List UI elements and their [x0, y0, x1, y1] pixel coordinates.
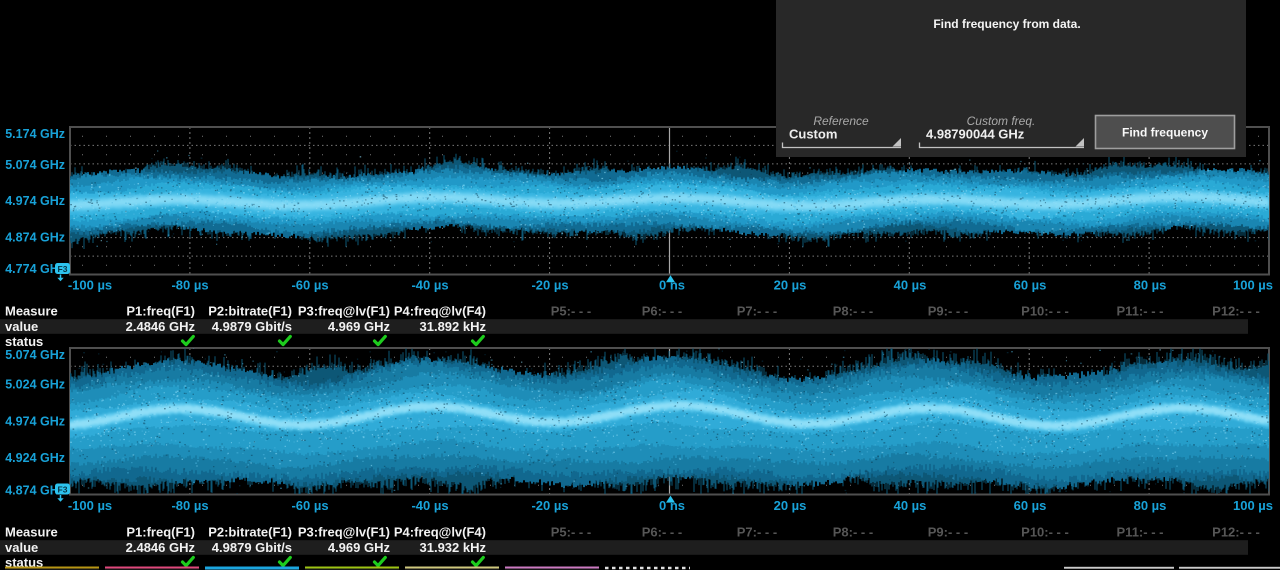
- svg-text:60 µs: 60 µs: [1014, 498, 1047, 513]
- svg-text:2.4846 GHz: 2.4846 GHz: [126, 319, 196, 334]
- svg-text:2.4846 GHz: 2.4846 GHz: [126, 540, 196, 555]
- svg-text:P8:- - -: P8:- - -: [833, 304, 873, 319]
- svg-text:P12:- - -: P12:- - -: [1212, 525, 1260, 540]
- svg-text:-60 µs: -60 µs: [291, 498, 328, 513]
- svg-text:-80 µs: -80 µs: [171, 278, 208, 293]
- svg-text:4.98790044 GHz: 4.98790044 GHz: [926, 127, 1025, 142]
- svg-text:P11:- - -: P11:- - -: [1117, 304, 1164, 319]
- svg-text:P6:- - -: P6:- - -: [642, 525, 682, 540]
- svg-text:P1:freq(F1): P1:freq(F1): [126, 525, 195, 540]
- svg-text:P2:bitrate(F1): P2:bitrate(F1): [208, 304, 292, 319]
- svg-text:4.974 GHz: 4.974 GHz: [5, 194, 65, 208]
- svg-text:4.969 GHz: 4.969 GHz: [328, 540, 391, 555]
- svg-text:P6:- - -: P6:- - -: [642, 304, 682, 319]
- svg-text:40 µs: 40 µs: [894, 498, 927, 513]
- svg-text:-80 µs: -80 µs: [171, 498, 208, 513]
- svg-text:80 µs: 80 µs: [1134, 278, 1167, 293]
- svg-text:-100 µs: -100 µs: [68, 498, 112, 513]
- svg-text:5.174 GHz: 5.174 GHz: [5, 127, 65, 141]
- svg-text:P3:freq@lv(F1): P3:freq@lv(F1): [298, 304, 390, 319]
- svg-text:20 µs: 20 µs: [774, 498, 807, 513]
- svg-text:60 µs: 60 µs: [1014, 278, 1047, 293]
- svg-text:Measure: Measure: [5, 304, 58, 319]
- svg-text:-40 µs: -40 µs: [411, 498, 448, 513]
- svg-text:40 µs: 40 µs: [894, 278, 927, 293]
- svg-text:P10:- - -: P10:- - -: [1021, 304, 1069, 319]
- svg-text:20 µs: 20 µs: [774, 278, 807, 293]
- svg-text:value: value: [5, 319, 38, 334]
- svg-text:31.892 kHz: 31.892 kHz: [420, 319, 487, 334]
- svg-text:5.074 GHz: 5.074 GHz: [5, 348, 65, 362]
- svg-text:-100 µs: -100 µs: [68, 278, 112, 293]
- svg-text:P2:bitrate(F1): P2:bitrate(F1): [208, 525, 292, 540]
- svg-text:P1:freq(F1): P1:freq(F1): [126, 304, 195, 319]
- svg-text:4.924 GHz: 4.924 GHz: [5, 451, 65, 465]
- svg-text:Find frequency: Find frequency: [1122, 126, 1208, 140]
- svg-text:P10:- - -: P10:- - -: [1021, 525, 1069, 540]
- svg-text:F3: F3: [58, 264, 68, 274]
- svg-text:P7:- - -: P7:- - -: [737, 525, 777, 540]
- svg-text:P9:- - -: P9:- - -: [928, 304, 968, 319]
- svg-text:P5:- - -: P5:- - -: [551, 525, 591, 540]
- svg-text:100 µs: 100 µs: [1233, 498, 1273, 513]
- svg-text:4.9879 Gbit/s: 4.9879 Gbit/s: [212, 319, 292, 334]
- svg-text:P3:freq@lv(F1): P3:freq@lv(F1): [298, 525, 390, 540]
- svg-text:Find frequency from data.: Find frequency from data.: [933, 17, 1080, 31]
- svg-text:F3: F3: [58, 484, 68, 494]
- svg-text:5.074 GHz: 5.074 GHz: [5, 158, 65, 172]
- svg-text:P11:- - -: P11:- - -: [1117, 525, 1164, 540]
- svg-text:-60 µs: -60 µs: [291, 278, 328, 293]
- svg-text:80 µs: 80 µs: [1134, 498, 1167, 513]
- svg-text:P4:freq@lv(F4): P4:freq@lv(F4): [394, 304, 486, 319]
- svg-text:P5:- - -: P5:- - -: [551, 304, 591, 319]
- svg-text:P7:- - -: P7:- - -: [737, 304, 777, 319]
- svg-text:4.969 GHz: 4.969 GHz: [328, 319, 391, 334]
- svg-text:-40 µs: -40 µs: [411, 278, 448, 293]
- svg-text:Measure: Measure: [5, 525, 58, 540]
- svg-text:P12:- - -: P12:- - -: [1212, 304, 1260, 319]
- svg-text:Custom: Custom: [789, 127, 837, 142]
- svg-text:-20 µs: -20 µs: [531, 498, 568, 513]
- svg-text:P8:- - -: P8:- - -: [833, 525, 873, 540]
- svg-text:5.024 GHz: 5.024 GHz: [5, 378, 65, 392]
- svg-text:status: status: [5, 334, 43, 349]
- svg-text:value: value: [5, 540, 38, 555]
- svg-text:-20 µs: -20 µs: [531, 278, 568, 293]
- svg-text:4.974 GHz: 4.974 GHz: [5, 414, 65, 428]
- svg-text:P9:- - -: P9:- - -: [928, 525, 968, 540]
- svg-text:100 µs: 100 µs: [1233, 278, 1273, 293]
- svg-text:4.874 GHz: 4.874 GHz: [5, 231, 65, 245]
- svg-text:31.932 kHz: 31.932 kHz: [420, 540, 487, 555]
- svg-text:4.9879 Gbit/s: 4.9879 Gbit/s: [212, 540, 292, 555]
- svg-text:P4:freq@lv(F4): P4:freq@lv(F4): [394, 525, 486, 540]
